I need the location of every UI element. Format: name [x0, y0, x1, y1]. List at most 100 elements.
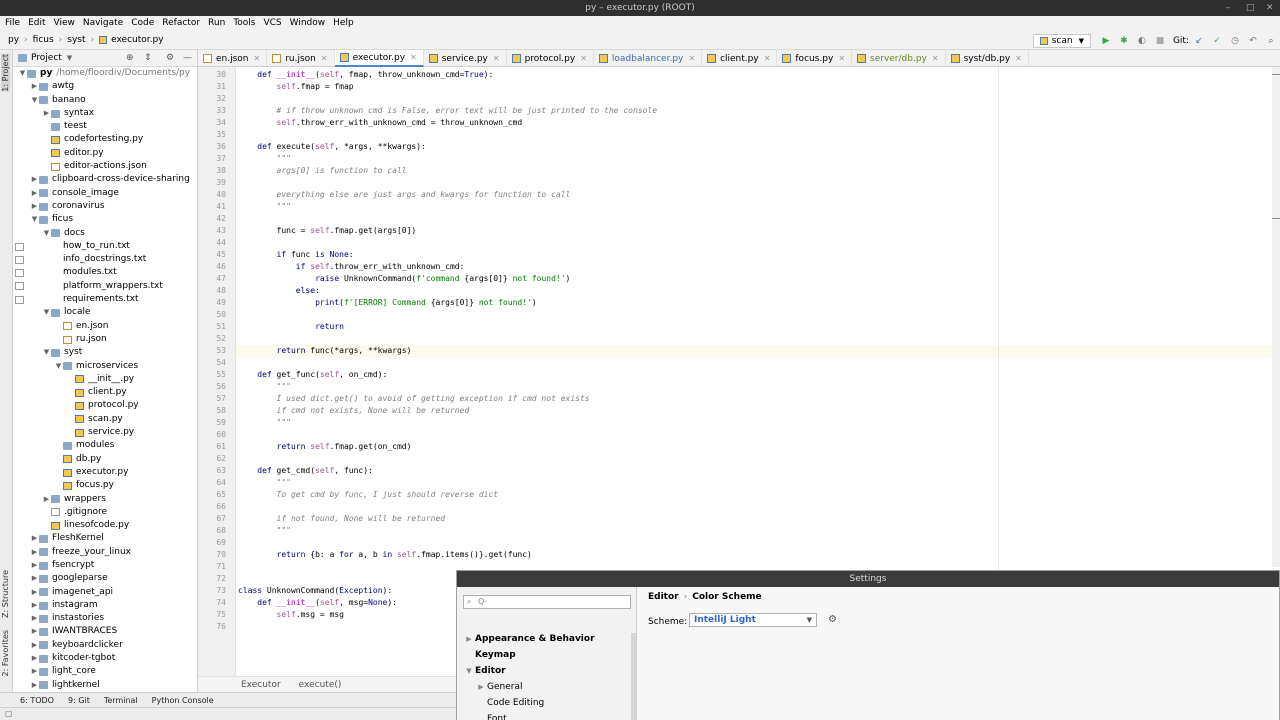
chevron-down-icon[interactable]: ▼ — [42, 306, 51, 319]
favorites-tool-tab[interactable]: 2: Favorites — [1, 630, 10, 676]
close-icon[interactable]: ✕ — [1266, 0, 1274, 16]
chevron-right-icon[interactable]: ▶ — [30, 546, 39, 559]
close-tab-icon[interactable]: ✕ — [410, 53, 417, 62]
code-line[interactable]: 30 def __init__(self, fmap, throw_unknow… — [216, 69, 1272, 81]
git-commit-icon[interactable]: ✓ — [1212, 36, 1222, 46]
chevron-right-icon[interactable]: ▶ — [42, 107, 51, 120]
tree-file[interactable]: info_docstrings.txt — [13, 253, 197, 266]
settings-nav-item[interactable]: ▶ General — [457, 679, 635, 695]
breadcrumb-item[interactable]: executor.py — [111, 35, 163, 45]
code-line[interactable]: 56 """ — [216, 381, 1272, 393]
tree-file[interactable]: protocol.py — [13, 399, 197, 412]
search-everywhere-icon[interactable]: ⌕ — [1266, 36, 1276, 46]
code-line[interactable]: 34 self.throw_err_with_unknown_cmd = thr… — [216, 117, 1272, 129]
code-line[interactable]: 53 return func(*args, **kwargs) — [216, 345, 1272, 357]
tree-file[interactable]: how_to_run.txt — [13, 240, 197, 253]
chevron-right-icon[interactable]: ▶ — [30, 639, 39, 652]
scheme-select[interactable]: IntelliJ Light ▼ — [689, 613, 817, 627]
menu-window[interactable]: Window — [290, 16, 326, 31]
menu-view[interactable]: View — [54, 16, 75, 31]
code-line[interactable]: 68 """ — [216, 525, 1272, 537]
code-line[interactable]: 49 print(f'[ERROR] Command {args[0]} not… — [216, 297, 1272, 309]
tree-file[interactable]: editor-actions.json — [13, 160, 197, 173]
tree-folder[interactable]: ▶ instagram — [13, 599, 197, 612]
tree-file[interactable]: linesofcode.py — [13, 519, 197, 532]
editor-tab[interactable]: en.json ✕ — [198, 50, 268, 67]
editor-tab[interactable]: server/db.py ✕ — [852, 50, 946, 67]
chevron-right-icon[interactable]: ▶ — [30, 187, 39, 200]
code-line[interactable]: 44 — [216, 237, 1272, 249]
settings-nav-item[interactable]: Font — [457, 711, 635, 720]
code-line[interactable]: 42 — [216, 213, 1272, 225]
close-tab-icon[interactable]: ✕ — [580, 54, 587, 63]
chevron-right-icon[interactable]: ▶ — [30, 652, 39, 665]
breadcrumb-item[interactable]: syst — [67, 35, 85, 45]
chevron-right-icon[interactable]: ▶ — [30, 532, 39, 545]
settings-scrollbar[interactable] — [631, 633, 636, 720]
tree-folder[interactable]: ▼ locale — [13, 306, 197, 319]
tree-folder[interactable]: ▶ syntax — [13, 107, 197, 120]
code-line[interactable]: 61 return self.fmap.get(on_cmd) — [216, 441, 1272, 453]
editor-tab[interactable]: service.py ✕ — [424, 50, 507, 67]
chevron-right-icon[interactable]: ▶ — [30, 572, 39, 585]
close-tab-icon[interactable]: ✕ — [838, 54, 845, 63]
menu-file[interactable]: File — [5, 16, 20, 31]
chevron-right-icon[interactable]: ▶ — [30, 200, 39, 213]
chevron-down-icon[interactable]: ▼ — [30, 94, 39, 107]
error-stripe-mark[interactable] — [1272, 74, 1280, 75]
chevron-right-icon[interactable]: ▶ — [30, 625, 39, 638]
editor-tab[interactable]: ru.json ✕ — [267, 50, 335, 67]
chevron-right-icon[interactable]: ▶ — [30, 586, 39, 599]
tree-file[interactable]: modules.txt — [13, 266, 197, 279]
code-line[interactable]: 51 return — [216, 321, 1272, 333]
editor-tab[interactable]: client.py ✕ — [702, 50, 778, 67]
settings-nav-item[interactable]: ▼ Editor — [457, 663, 635, 679]
chevron-right-icon[interactable]: ▶ — [30, 80, 39, 93]
menu-run[interactable]: Run — [208, 16, 225, 31]
close-tab-icon[interactable]: ✕ — [764, 54, 771, 63]
close-tab-icon[interactable]: ✕ — [254, 54, 261, 63]
close-tab-icon[interactable]: ✕ — [321, 54, 328, 63]
chevron-right-icon[interactable]: ▶ — [463, 631, 475, 647]
locate-icon[interactable]: ⊕ — [126, 53, 134, 63]
chevron-right-icon[interactable]: ▶ — [42, 493, 51, 506]
tree-file[interactable]: ru.json — [13, 333, 197, 346]
code-line[interactable]: 65 To get cmd by func, I just should rev… — [216, 489, 1272, 501]
tree-file[interactable]: editor.py — [13, 147, 197, 160]
chevron-right-icon[interactable]: ▶ — [30, 599, 39, 612]
breadcrumb-class[interactable]: Executor — [241, 680, 281, 690]
git-update-icon[interactable]: ↙ — [1194, 36, 1204, 46]
editor-tab[interactable]: executor.py ✕ — [334, 50, 424, 67]
run-icon[interactable]: ▶ — [1101, 36, 1111, 46]
chevron-right-icon[interactable]: ▶ — [30, 173, 39, 186]
todo-tab[interactable]: 6: TODO — [20, 696, 54, 705]
chevron-right-icon[interactable]: ▶ — [30, 679, 39, 692]
code-line[interactable]: 37 """ — [216, 153, 1272, 165]
tree-folder[interactable]: ▶ FleshKernel — [13, 532, 197, 545]
tree-folder[interactable]: ▶ instastories — [13, 612, 197, 625]
hide-panel-icon[interactable]: — — [183, 53, 192, 63]
settings-search-input[interactable]: ⌕ Q- — [463, 595, 631, 609]
chevron-right-icon[interactable]: ▶ — [30, 665, 39, 678]
git-rollback-icon[interactable]: ↶ — [1248, 36, 1258, 46]
menu-edit[interactable]: Edit — [28, 16, 45, 31]
code-line[interactable]: 31 self.fmap = fmap — [216, 81, 1272, 93]
tree-file[interactable]: .gitignore — [13, 506, 197, 519]
tree-folder[interactable]: ▶ light_core — [13, 665, 197, 678]
code-line[interactable]: 54 — [216, 357, 1272, 369]
menu-navigate[interactable]: Navigate — [83, 16, 123, 31]
code-line[interactable]: 33 # if throw unknown cmd is False, erro… — [216, 105, 1272, 117]
minimize-icon[interactable]: – — [1226, 0, 1231, 16]
code-line[interactable]: 62 — [216, 453, 1272, 465]
tree-folder[interactable]: teest — [13, 120, 197, 133]
code-line[interactable]: 43 func = self.fmap.get(args[0]) — [216, 225, 1272, 237]
code-line[interactable]: 58 if cmd not exists, None will be retur… — [216, 405, 1272, 417]
maximize-icon[interactable]: □ — [1246, 0, 1255, 16]
chevron-down-icon[interactable]: ▼ — [463, 663, 475, 679]
tree-folder[interactable]: ▼ syst — [13, 346, 197, 359]
tree-folder[interactable]: ▼ banano — [13, 94, 197, 107]
code-line[interactable]: 55 def get_func(self, on_cmd): — [216, 369, 1272, 381]
breadcrumb-item[interactable]: ficus — [33, 35, 54, 45]
run-config-select[interactable]: scan ▼ — [1032, 33, 1091, 48]
tree-file[interactable]: requirements.txt — [13, 293, 197, 306]
